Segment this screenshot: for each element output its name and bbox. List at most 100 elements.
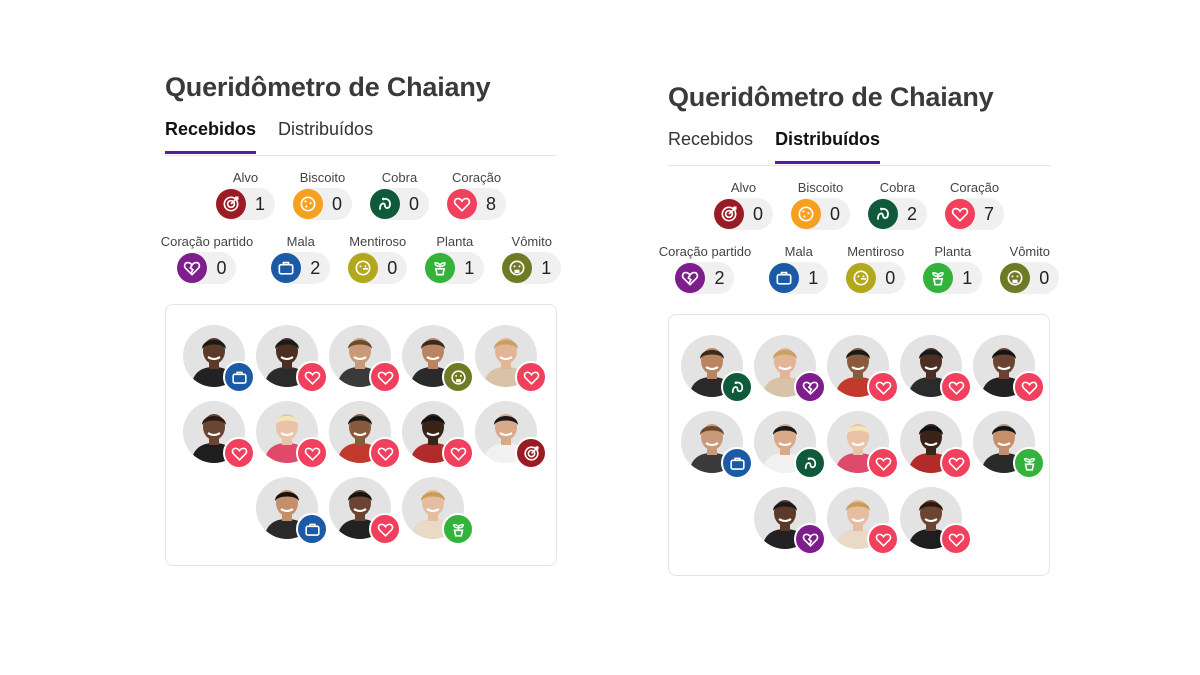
plant-icon [923,263,954,293]
reaction-count-cobra: Cobra 0 [370,170,430,220]
reaction-label: Vômito [511,234,552,249]
tab-recebidos[interactable]: Recebidos [668,127,753,161]
participant-item[interactable] [329,477,401,545]
reaction-label: Cobra [879,180,916,195]
reaction-count-alvo: Alvo 0 [713,180,773,230]
tab-bar: Recebidos Distribuídos [668,127,1050,166]
heart-icon [867,371,899,403]
reaction-value: 1 [541,257,552,278]
participant-item[interactable] [827,487,899,555]
participant-item[interactable] [900,411,972,479]
participant-item[interactable] [402,325,474,393]
reaction-counts-row: Alvo 1 Biscoito 0 Cobra 0 Coração 8 [165,170,557,220]
heart-icon [867,447,899,479]
heart-icon [945,199,976,229]
reaction-label: Planta [436,234,474,249]
participant-item[interactable] [256,401,328,469]
plant-icon [1013,447,1045,479]
participant-item[interactable] [256,325,328,393]
reaction-count-coracao: Coração 7 [945,180,1005,230]
reaction-value: 0 [331,193,342,214]
tab-recebidos[interactable]: Recebidos [165,117,257,154]
reaction-count-vomito: Vômito 1 [502,234,562,284]
tab-distribuidos[interactable]: Distribuídos [775,127,881,164]
reaction-count-coracao-partido: Coração partido 2 [658,244,752,294]
reaction-pill: 1 [769,262,829,294]
reaction-label: Coração partido [658,244,752,259]
reaction-pill: 0 [846,262,906,294]
participant-item[interactable] [900,335,972,403]
reaction-pill: 0 [177,252,237,284]
heart-icon [442,437,474,469]
heart-icon [940,447,972,479]
participant-item[interactable] [681,411,753,479]
reaction-value: 0 [829,203,840,224]
reaction-count-coracao: Coração 8 [447,170,507,220]
reaction-count-mentiroso: Mentiroso 0 [846,244,906,294]
heart-icon [296,361,328,393]
participant-item[interactable] [329,401,401,469]
liar-face-icon [846,263,877,293]
panel-title: Queridômetro de Chaiany [165,72,491,102]
reaction-value: 0 [387,257,398,278]
plant-icon [425,253,456,283]
reaction-counts-row: Coração partido 0 Mala 2 Mentiroso 0 Planta 1 Vô… [161,234,562,284]
suitcase-icon [223,361,255,393]
reaction-pill: 2 [675,262,735,294]
reaction-pill: 7 [945,198,1005,230]
participant-item[interactable] [754,411,826,479]
vomit-face-icon [1000,263,1031,293]
participant-item[interactable] [475,401,547,469]
reaction-value: 0 [216,257,227,278]
target-icon [713,199,744,229]
tab-bar: Recebidos Distribuídos [165,117,557,156]
reaction-label: Cobra [381,170,418,185]
queridometro-panel-distribuidos: Queridômetro de Chaiany Recebidos Distribu… [659,82,1060,576]
participant-item[interactable] [827,335,899,403]
heart-icon [223,437,255,469]
reaction-pill: 0 [790,198,850,230]
suitcase-icon [721,447,753,479]
vomit-face-icon [502,253,533,283]
participant-item[interactable] [475,325,547,393]
participant-item[interactable] [402,401,474,469]
participant-item[interactable] [754,487,826,555]
participant-item[interactable] [183,325,255,393]
heart-icon [940,371,972,403]
reaction-count-coracao-partido: Coração partido 0 [161,234,253,284]
reaction-pill: 2 [868,198,928,230]
reaction-label: Mentiroso [847,244,905,259]
reaction-value: 1 [254,193,265,214]
reaction-label: Coração [451,170,502,185]
participants-grid [681,335,1045,555]
reaction-label: Coração [949,180,1000,195]
reaction-label: Planta [934,244,972,259]
reaction-value: 0 [885,267,896,288]
reaction-label: Mala [286,234,315,249]
tab-distribuidos[interactable]: Distribuídos [278,117,373,151]
reaction-value: 1 [464,257,475,278]
participant-item[interactable] [973,411,1045,479]
vomit-face-icon [442,361,474,393]
reaction-label: Alvo [730,180,757,195]
reaction-pill: 1 [502,252,562,284]
participant-item[interactable] [402,477,474,545]
target-icon [515,437,547,469]
reaction-pill: 0 [1000,262,1060,294]
reaction-value: 8 [486,193,497,214]
participant-item[interactable] [900,487,972,555]
heart-icon [369,437,401,469]
participant-item[interactable] [827,411,899,479]
participant-item[interactable] [973,335,1045,403]
participant-item[interactable] [681,335,753,403]
snake-icon [794,447,826,479]
participant-item[interactable] [183,401,255,469]
participant-item[interactable] [329,325,401,393]
heart-icon [369,361,401,393]
participant-item[interactable] [256,477,328,545]
reaction-pill: 0 [713,198,773,230]
reaction-counts-row: Alvo 0 Biscoito 0 Cobra 2 Coração 7 [668,180,1050,230]
reaction-pill: 2 [271,252,331,284]
participant-item[interactable] [754,335,826,403]
cookie-icon [292,189,323,219]
